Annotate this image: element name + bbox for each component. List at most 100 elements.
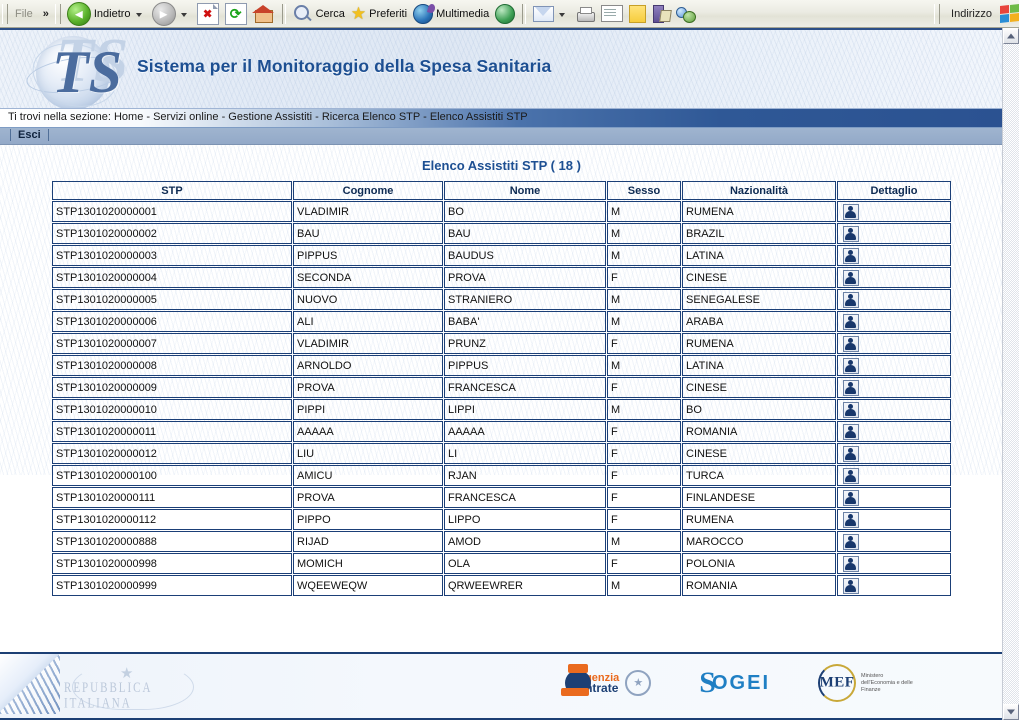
file-menu[interactable]: File xyxy=(11,8,35,20)
agenzia-entrate-logo[interactable]: genzia ntrate xyxy=(561,664,652,700)
cell-nome: AMOD xyxy=(444,531,606,552)
cell-sesso: M xyxy=(607,311,681,332)
back-button-label: Indietro xyxy=(93,7,131,20)
cell-stp: STP1301020000001 xyxy=(52,201,292,222)
person-detail-icon[interactable] xyxy=(843,511,859,528)
cell-nome: BABA' xyxy=(444,311,606,332)
cell-sesso: F xyxy=(607,333,681,354)
toolbar-grip-2[interactable] xyxy=(54,3,61,24)
stop-icon xyxy=(196,2,219,25)
back-arrow-icon: ◄ xyxy=(66,1,91,26)
table-row: STP1301020000010 PIPPI LIPPI M BO xyxy=(52,399,951,420)
ts-logo-icon: TS TS xyxy=(22,30,142,108)
edit-page-icon xyxy=(601,5,624,22)
back-dropdown-caret-icon[interactable] xyxy=(135,13,142,17)
cell-nazionalita: ARABA xyxy=(682,311,836,332)
cell-cognome: WQEEWEQW xyxy=(293,575,443,596)
person-detail-icon[interactable] xyxy=(843,379,859,396)
person-detail-icon[interactable] xyxy=(843,467,859,484)
messenger-button[interactable] xyxy=(673,2,698,26)
cell-dettaglio xyxy=(837,355,951,376)
mail-dropdown-caret-icon[interactable] xyxy=(559,13,566,17)
print-button[interactable] xyxy=(572,2,598,26)
forward-dropdown-caret-icon[interactable] xyxy=(180,13,187,17)
cell-dettaglio xyxy=(837,421,951,442)
messenger-icon xyxy=(676,5,697,23)
person-detail-icon[interactable] xyxy=(843,247,859,264)
cell-nome: PROVA xyxy=(444,267,606,288)
toolbar-overflow-chevron-icon[interactable]: » xyxy=(43,8,49,20)
person-detail-icon[interactable] xyxy=(843,489,859,506)
cell-dettaglio xyxy=(837,487,951,508)
cell-stp: STP1301020000111 xyxy=(52,487,292,508)
mef-subtitle: Ministero dell'Economia e delle Finanze xyxy=(861,672,913,693)
cell-nazionalita: ROMANIA xyxy=(682,421,836,442)
person-detail-icon[interactable] xyxy=(843,423,859,440)
refresh-button[interactable] xyxy=(222,2,250,26)
cell-dettaglio xyxy=(837,223,951,244)
cell-dettaglio xyxy=(837,333,951,354)
windows-flag-icon[interactable] xyxy=(1000,4,1019,23)
home-button[interactable] xyxy=(250,2,278,26)
star-icon: ★ xyxy=(350,3,367,23)
history-globe-icon xyxy=(495,3,516,24)
person-detail-icon[interactable] xyxy=(843,313,859,330)
person-detail-icon[interactable] xyxy=(843,203,859,220)
cell-stp: STP1301020000002 xyxy=(52,223,292,244)
toolbar-grip[interactable] xyxy=(2,3,8,24)
cell-stp: STP1301020000998 xyxy=(52,553,292,574)
forward-button[interactable]: ► xyxy=(149,1,194,26)
breadcrumb-bar: Ti trovi nella sezione: Home - Servizi o… xyxy=(0,109,1003,128)
cell-nazionalita: RUMENA xyxy=(682,201,836,222)
esci-button[interactable]: Esci xyxy=(10,129,49,141)
cell-cognome: AMICU xyxy=(293,465,443,486)
footer-logos: genzia ntrate S OGEI MEF Ministero dell'… xyxy=(561,664,917,702)
history-button[interactable] xyxy=(492,2,518,26)
sogei-rest-letters: OGEI xyxy=(711,671,770,694)
table-header-row: STP Cognome Nome Sesso Nazionalità Detta… xyxy=(52,181,951,200)
person-detail-icon[interactable] xyxy=(843,577,859,594)
cell-stp: STP1301020000112 xyxy=(52,509,292,530)
cell-sesso: M xyxy=(607,289,681,310)
scroll-up-button[interactable] xyxy=(1003,28,1019,44)
research-button[interactable] xyxy=(649,2,673,26)
cell-nazionalita: CINESE xyxy=(682,443,836,464)
back-button[interactable]: ◄ Indietro xyxy=(64,1,149,26)
favorites-button[interactable]: ★ Preferiti xyxy=(348,2,410,26)
cell-nome: OLA xyxy=(444,553,606,574)
table-row: STP1301020000100 AMICU RJAN F TURCA xyxy=(52,465,951,486)
person-detail-icon[interactable] xyxy=(843,555,859,572)
address-grip[interactable] xyxy=(934,3,941,24)
cell-cognome: SECONDA xyxy=(293,267,443,288)
cell-stp: STP1301020000006 xyxy=(52,311,292,332)
person-detail-icon[interactable] xyxy=(843,269,859,286)
mail-button[interactable] xyxy=(530,2,572,26)
cell-sesso: M xyxy=(607,245,681,266)
navbar: Esci xyxy=(0,128,1003,145)
address-bar-label[interactable]: Indirizzo xyxy=(943,8,1000,20)
site-header: TS TS Sistema per il Monitoraggio della … xyxy=(0,28,1003,109)
scroll-down-button[interactable] xyxy=(1003,704,1019,720)
person-detail-icon[interactable] xyxy=(843,357,859,374)
sogei-logo[interactable]: S OGEI xyxy=(699,668,770,698)
mef-logo[interactable]: MEF Ministero dell'Economia e delle Fina… xyxy=(818,664,917,702)
person-detail-icon[interactable] xyxy=(843,445,859,462)
notes-button[interactable] xyxy=(626,2,649,26)
cell-cognome: PROVA xyxy=(293,487,443,508)
column-header-nome: Nome xyxy=(444,181,606,200)
stop-button[interactable] xyxy=(194,2,222,26)
person-detail-icon[interactable] xyxy=(843,335,859,352)
cell-cognome: NUOVO xyxy=(293,289,443,310)
cell-cognome: PIPPO xyxy=(293,509,443,530)
table-row: STP1301020000006 ALI BABA' M ARABA xyxy=(52,311,951,332)
cell-stp: STP1301020000100 xyxy=(52,465,292,486)
edit-button[interactable] xyxy=(598,2,626,26)
person-detail-icon[interactable] xyxy=(843,225,859,242)
media-button[interactable]: Multimedia xyxy=(410,2,492,26)
person-detail-icon[interactable] xyxy=(843,401,859,418)
person-detail-icon[interactable] xyxy=(843,533,859,550)
footer-decoration xyxy=(0,654,60,714)
vertical-scrollbar[interactable] xyxy=(1002,28,1019,720)
person-detail-icon[interactable] xyxy=(843,291,859,308)
search-button[interactable]: Cerca xyxy=(290,2,348,26)
